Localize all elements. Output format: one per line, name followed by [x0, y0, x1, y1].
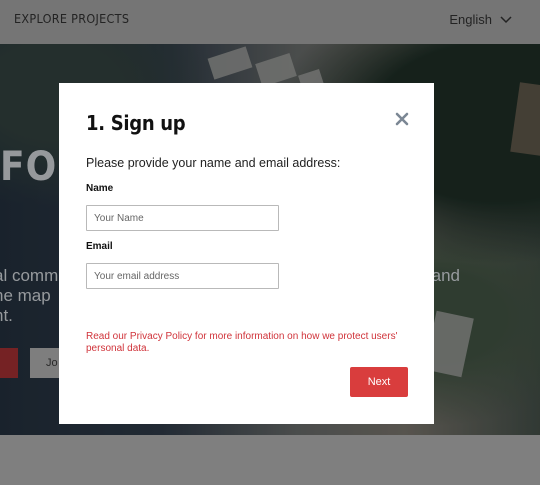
- email-field[interactable]: [86, 263, 279, 289]
- signup-modal: 1. Sign up Please provide your name and …: [59, 83, 434, 424]
- close-icon[interactable]: [395, 112, 409, 126]
- email-label: Email: [86, 241, 113, 252]
- name-label: Name: [86, 183, 114, 194]
- privacy-policy-link[interactable]: Read our Privacy Policy for more informa…: [86, 331, 406, 355]
- modal-title: 1. Sign up: [86, 111, 186, 135]
- name-field[interactable]: [86, 205, 279, 231]
- next-button[interactable]: Next: [350, 367, 408, 397]
- modal-intro-text: Please provide your name and email addre…: [86, 156, 341, 170]
